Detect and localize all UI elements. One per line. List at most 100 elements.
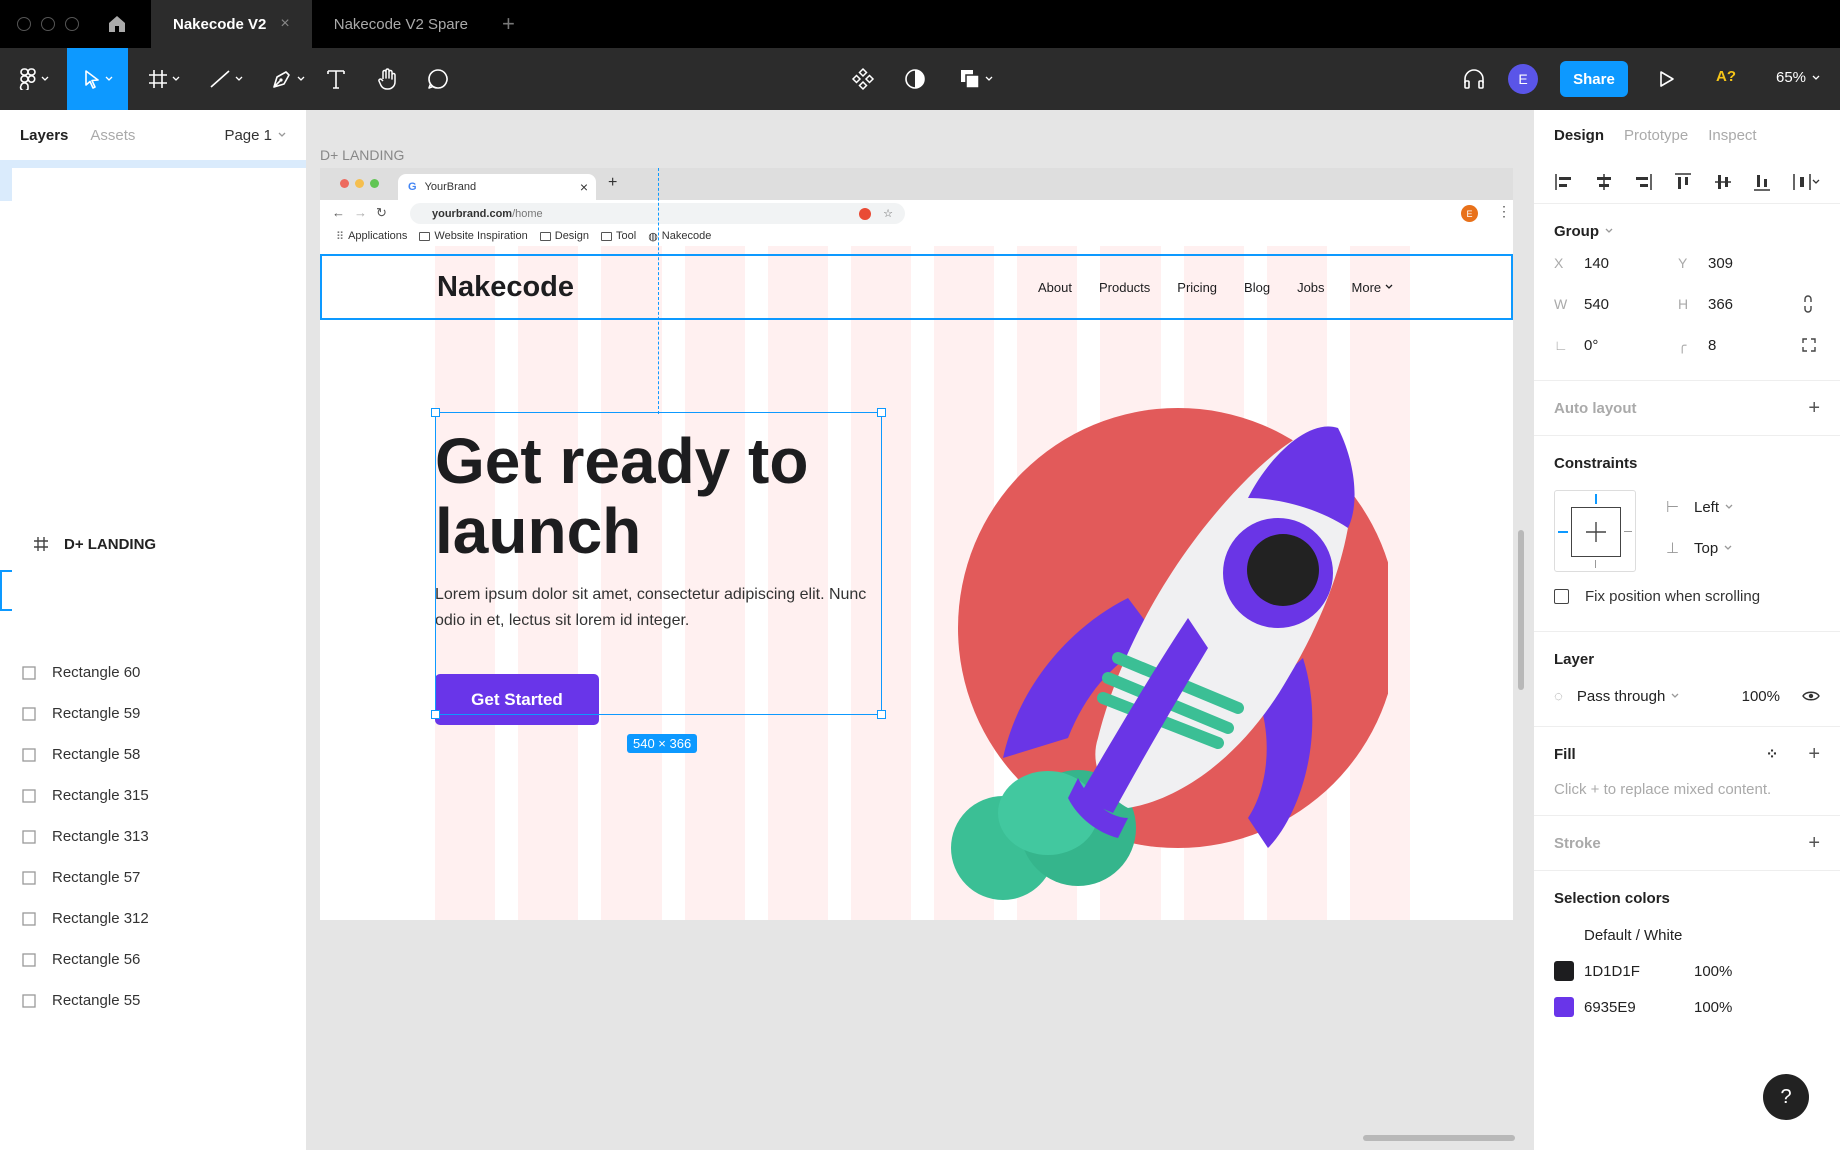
constraints-widget[interactable] (1554, 490, 1636, 572)
vertical-constraint-dropdown[interactable]: ⊥ Top (1666, 539, 1732, 557)
nav-pricing[interactable]: Pricing (1177, 280, 1217, 295)
present-button[interactable] (1656, 48, 1678, 110)
independent-corners-icon[interactable] (1802, 332, 1822, 358)
rocket-illustration[interactable] (928, 358, 1388, 918)
left-constraint-marker[interactable] (1558, 531, 1568, 533)
top-constraint-marker[interactable] (1595, 494, 1597, 504)
canvas[interactable]: D+ LANDING G YourBrand × + ← → ↻ yourbra… (308, 110, 1532, 1150)
align-right-icon[interactable] (1633, 172, 1653, 192)
resize-handle[interactable] (431, 408, 440, 417)
right-constraint-marker[interactable] (1624, 531, 1632, 532)
layer-row[interactable]: Rectangle 315 (0, 775, 306, 816)
resize-handle[interactable] (877, 710, 886, 719)
fix-position-checkbox[interactable]: Fix position when scrolling (1554, 574, 1820, 627)
align-left-icon[interactable] (1554, 172, 1574, 192)
color-swatch[interactable] (1554, 925, 1574, 945)
style-grid-icon[interactable]: ⁘ (1766, 745, 1779, 763)
align-bottom-icon[interactable] (1752, 172, 1772, 192)
align-top-icon[interactable] (1673, 172, 1693, 192)
frame-label[interactable]: D+ LANDING (320, 147, 404, 163)
tab-nakecode-v2[interactable]: Nakecode V2 × (151, 0, 312, 48)
constrain-proportions-icon[interactable] (1802, 291, 1822, 317)
distribute-icon[interactable] (1792, 172, 1820, 192)
add-stroke-icon[interactable]: + (1808, 832, 1820, 855)
selection-color-row[interactable]: 1D1D1F 100% (1554, 953, 1820, 989)
layer-opacity[interactable]: 100% (1742, 688, 1780, 705)
corner-radius-field[interactable]: ╭ 8 (1678, 332, 1802, 358)
main-menu-button[interactable] (14, 48, 54, 110)
tab-inspect[interactable]: Inspect (1708, 127, 1756, 144)
minimize-window-icon[interactable] (41, 17, 55, 31)
selection-color-row[interactable]: 6935E9 100% (1554, 989, 1820, 1025)
nav-more-dropdown[interactable]: More (1352, 280, 1394, 295)
nav-jobs[interactable]: Jobs (1297, 280, 1324, 295)
page-dropdown[interactable]: Page 1 (224, 127, 286, 144)
width-field[interactable]: W 540 (1554, 291, 1678, 317)
share-button[interactable]: Share (1560, 61, 1628, 97)
bookmark-folder: Website Inspiration (419, 230, 528, 242)
tab-assets[interactable]: Assets (90, 127, 135, 144)
y-field[interactable]: Y 309 (1678, 250, 1802, 276)
tab-layers[interactable]: Layers (20, 127, 68, 144)
zoom-dropdown[interactable]: 65% (1776, 69, 1820, 86)
horizontal-scrollbar[interactable] (1363, 1135, 1515, 1141)
user-avatar[interactable]: E (1508, 64, 1538, 94)
boolean-button[interactable] (954, 48, 998, 110)
hand-tool[interactable] (374, 48, 402, 110)
pen-tool[interactable] (266, 48, 310, 110)
mask-button[interactable] (902, 48, 928, 110)
layer-row[interactable]: Rectangle 312 (0, 898, 306, 939)
rotation-field[interactable]: ∟ 0° (1554, 332, 1678, 358)
bottom-constraint-marker[interactable] (1595, 560, 1596, 568)
frame-tool[interactable] (142, 48, 186, 110)
nav-blog[interactable]: Blog (1244, 280, 1270, 295)
maximize-window-icon[interactable] (65, 17, 79, 31)
color-opacity[interactable]: 100% (1694, 999, 1732, 1016)
horizontal-constraint-dropdown[interactable]: ⊢ Left (1666, 498, 1733, 516)
tab-design[interactable]: Design (1554, 127, 1604, 144)
align-horizontal-center-icon[interactable] (1594, 172, 1614, 192)
layer-section: Layer ◌ Pass through 100% (1534, 632, 1840, 727)
resize-handle[interactable] (877, 408, 886, 417)
align-vertical-center-icon[interactable] (1713, 172, 1733, 192)
layer-row[interactable]: Rectangle 55 (0, 980, 306, 1021)
eye-icon[interactable] (1802, 690, 1820, 702)
comment-tool[interactable] (426, 48, 450, 110)
selection-color-row[interactable]: Default / White (1554, 917, 1820, 953)
vertical-scrollbar[interactable] (1518, 530, 1524, 690)
color-opacity[interactable]: 100% (1694, 963, 1732, 980)
color-swatch[interactable] (1554, 961, 1574, 981)
move-tool[interactable] (67, 48, 128, 110)
add-fill-icon[interactable]: + (1808, 743, 1820, 766)
accessibility-check-button[interactable]: A? (1716, 68, 1736, 85)
layer-row[interactable]: Rectangle 59 (0, 693, 306, 734)
layer-row[interactable]: Rectangle 313 (0, 816, 306, 857)
tab-prototype[interactable]: Prototype (1624, 127, 1688, 144)
layer-row[interactable]: Rectangle 57 (0, 857, 306, 898)
nav-about[interactable]: About (1038, 280, 1072, 295)
layer-row[interactable]: Rectangle 56 (0, 939, 306, 980)
new-tab-button[interactable]: + (502, 11, 515, 37)
home-icon[interactable] (105, 12, 129, 36)
x-field[interactable]: X 140 (1554, 250, 1678, 276)
selection-box[interactable] (431, 408, 886, 719)
site-logo-text[interactable]: Nakecode (437, 271, 574, 304)
blend-mode-dropdown[interactable]: Pass through (1577, 688, 1665, 705)
line-tool[interactable] (204, 48, 248, 110)
resize-handle[interactable] (431, 710, 440, 719)
layer-row[interactable]: Rectangle 58 (0, 734, 306, 775)
add-auto-layout-icon[interactable]: + (1808, 397, 1820, 420)
components-button[interactable] (850, 48, 876, 110)
nav-products[interactable]: Products (1099, 280, 1150, 295)
close-window-icon[interactable] (17, 17, 31, 31)
help-button[interactable]: ? (1763, 1074, 1809, 1120)
layer-row[interactable]: Rectangle 60 (0, 652, 306, 693)
tab-nakecode-v2-spare[interactable]: Nakecode V2 Spare (312, 0, 490, 48)
site-header[interactable]: Nakecode About Products Pricing Blog Job… (320, 254, 1513, 320)
close-tab-icon[interactable]: × (280, 15, 289, 33)
audio-button[interactable] (1460, 48, 1488, 110)
color-swatch[interactable] (1554, 997, 1574, 1017)
text-tool[interactable] (324, 48, 348, 110)
height-field[interactable]: H 366 (1678, 291, 1802, 317)
landing-frame[interactable]: G YourBrand × + ← → ↻ yourbrand.com/home… (320, 168, 1513, 920)
